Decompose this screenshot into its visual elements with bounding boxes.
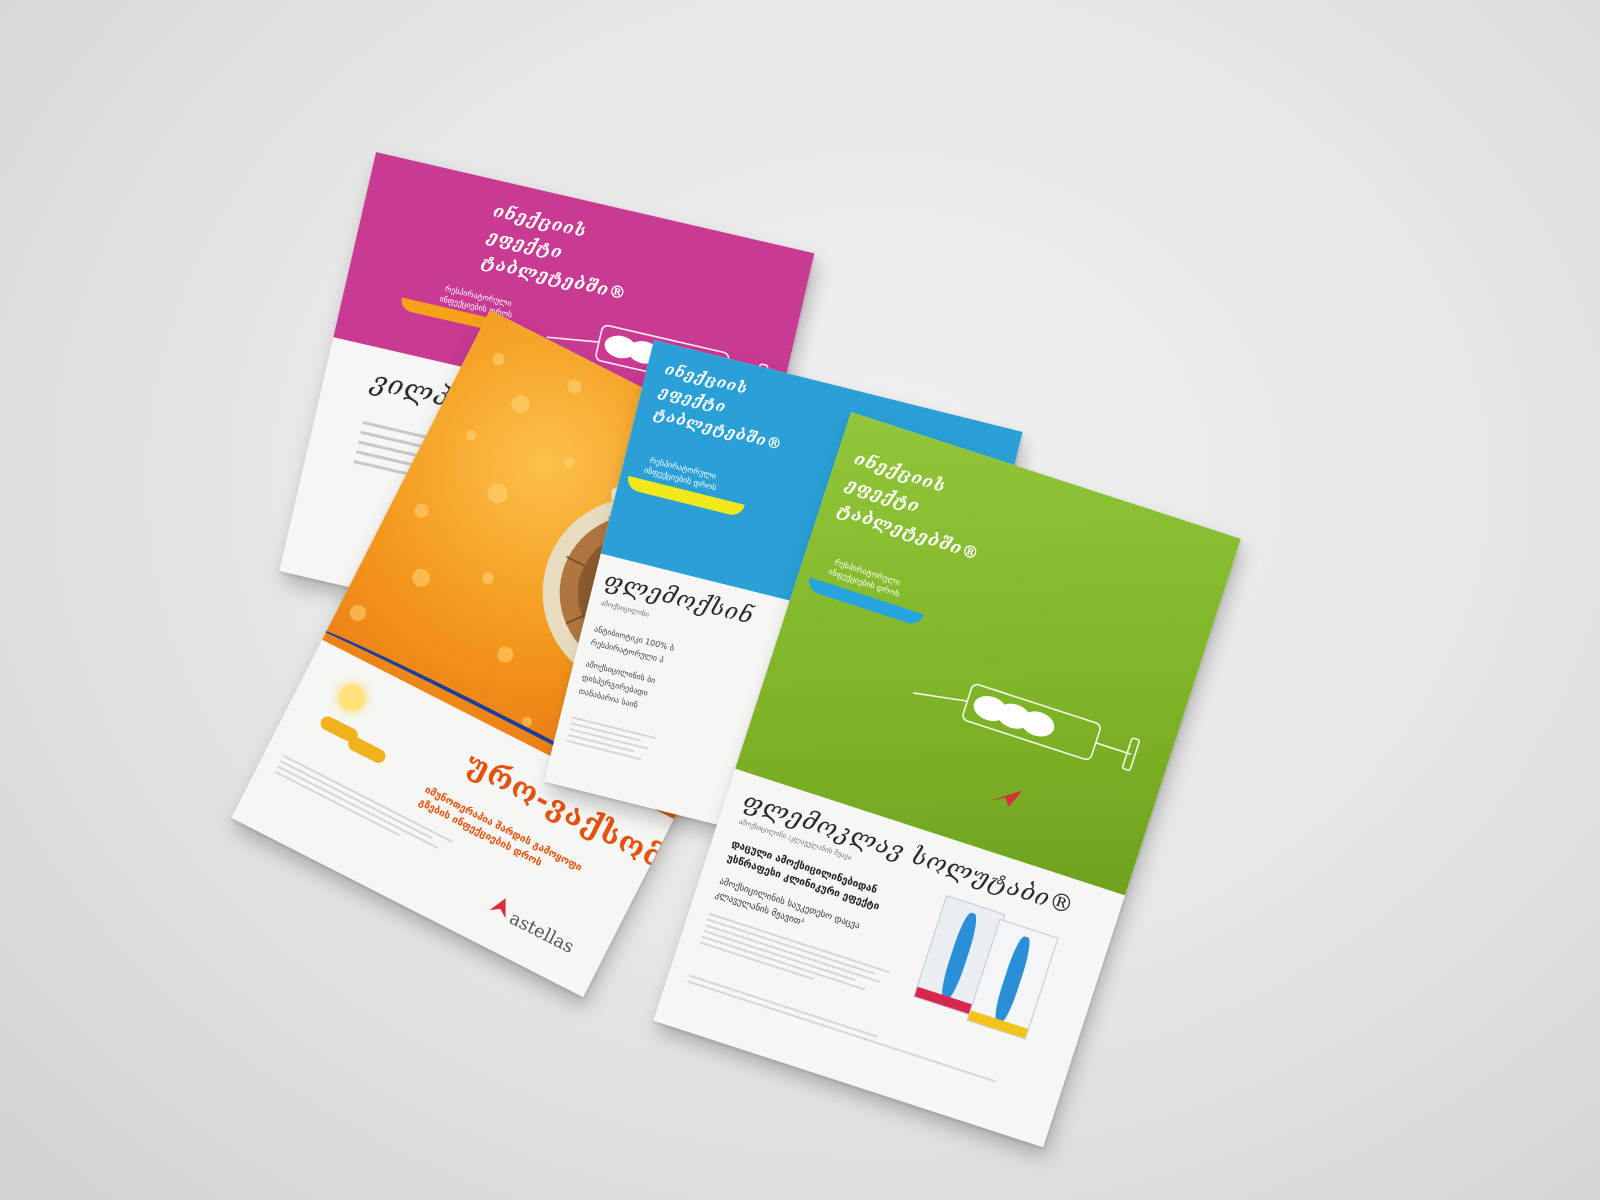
capsules-image: [306, 676, 436, 788]
flyer-blue-body: ანტიბიოტიკი 100% ბ რესპირატორული პ ამოქს…: [577, 624, 675, 710]
flyer-blue-references: [565, 716, 660, 767]
astellas-logo: astellas: [479, 891, 595, 977]
flyer-mockup-scene: ინექციის ეფექტი ტაბლეტებში® რესპირატორულ…: [0, 0, 1600, 1200]
product-box-image: [912, 895, 1060, 1040]
astellas-wordmark: astellas: [505, 907, 578, 958]
